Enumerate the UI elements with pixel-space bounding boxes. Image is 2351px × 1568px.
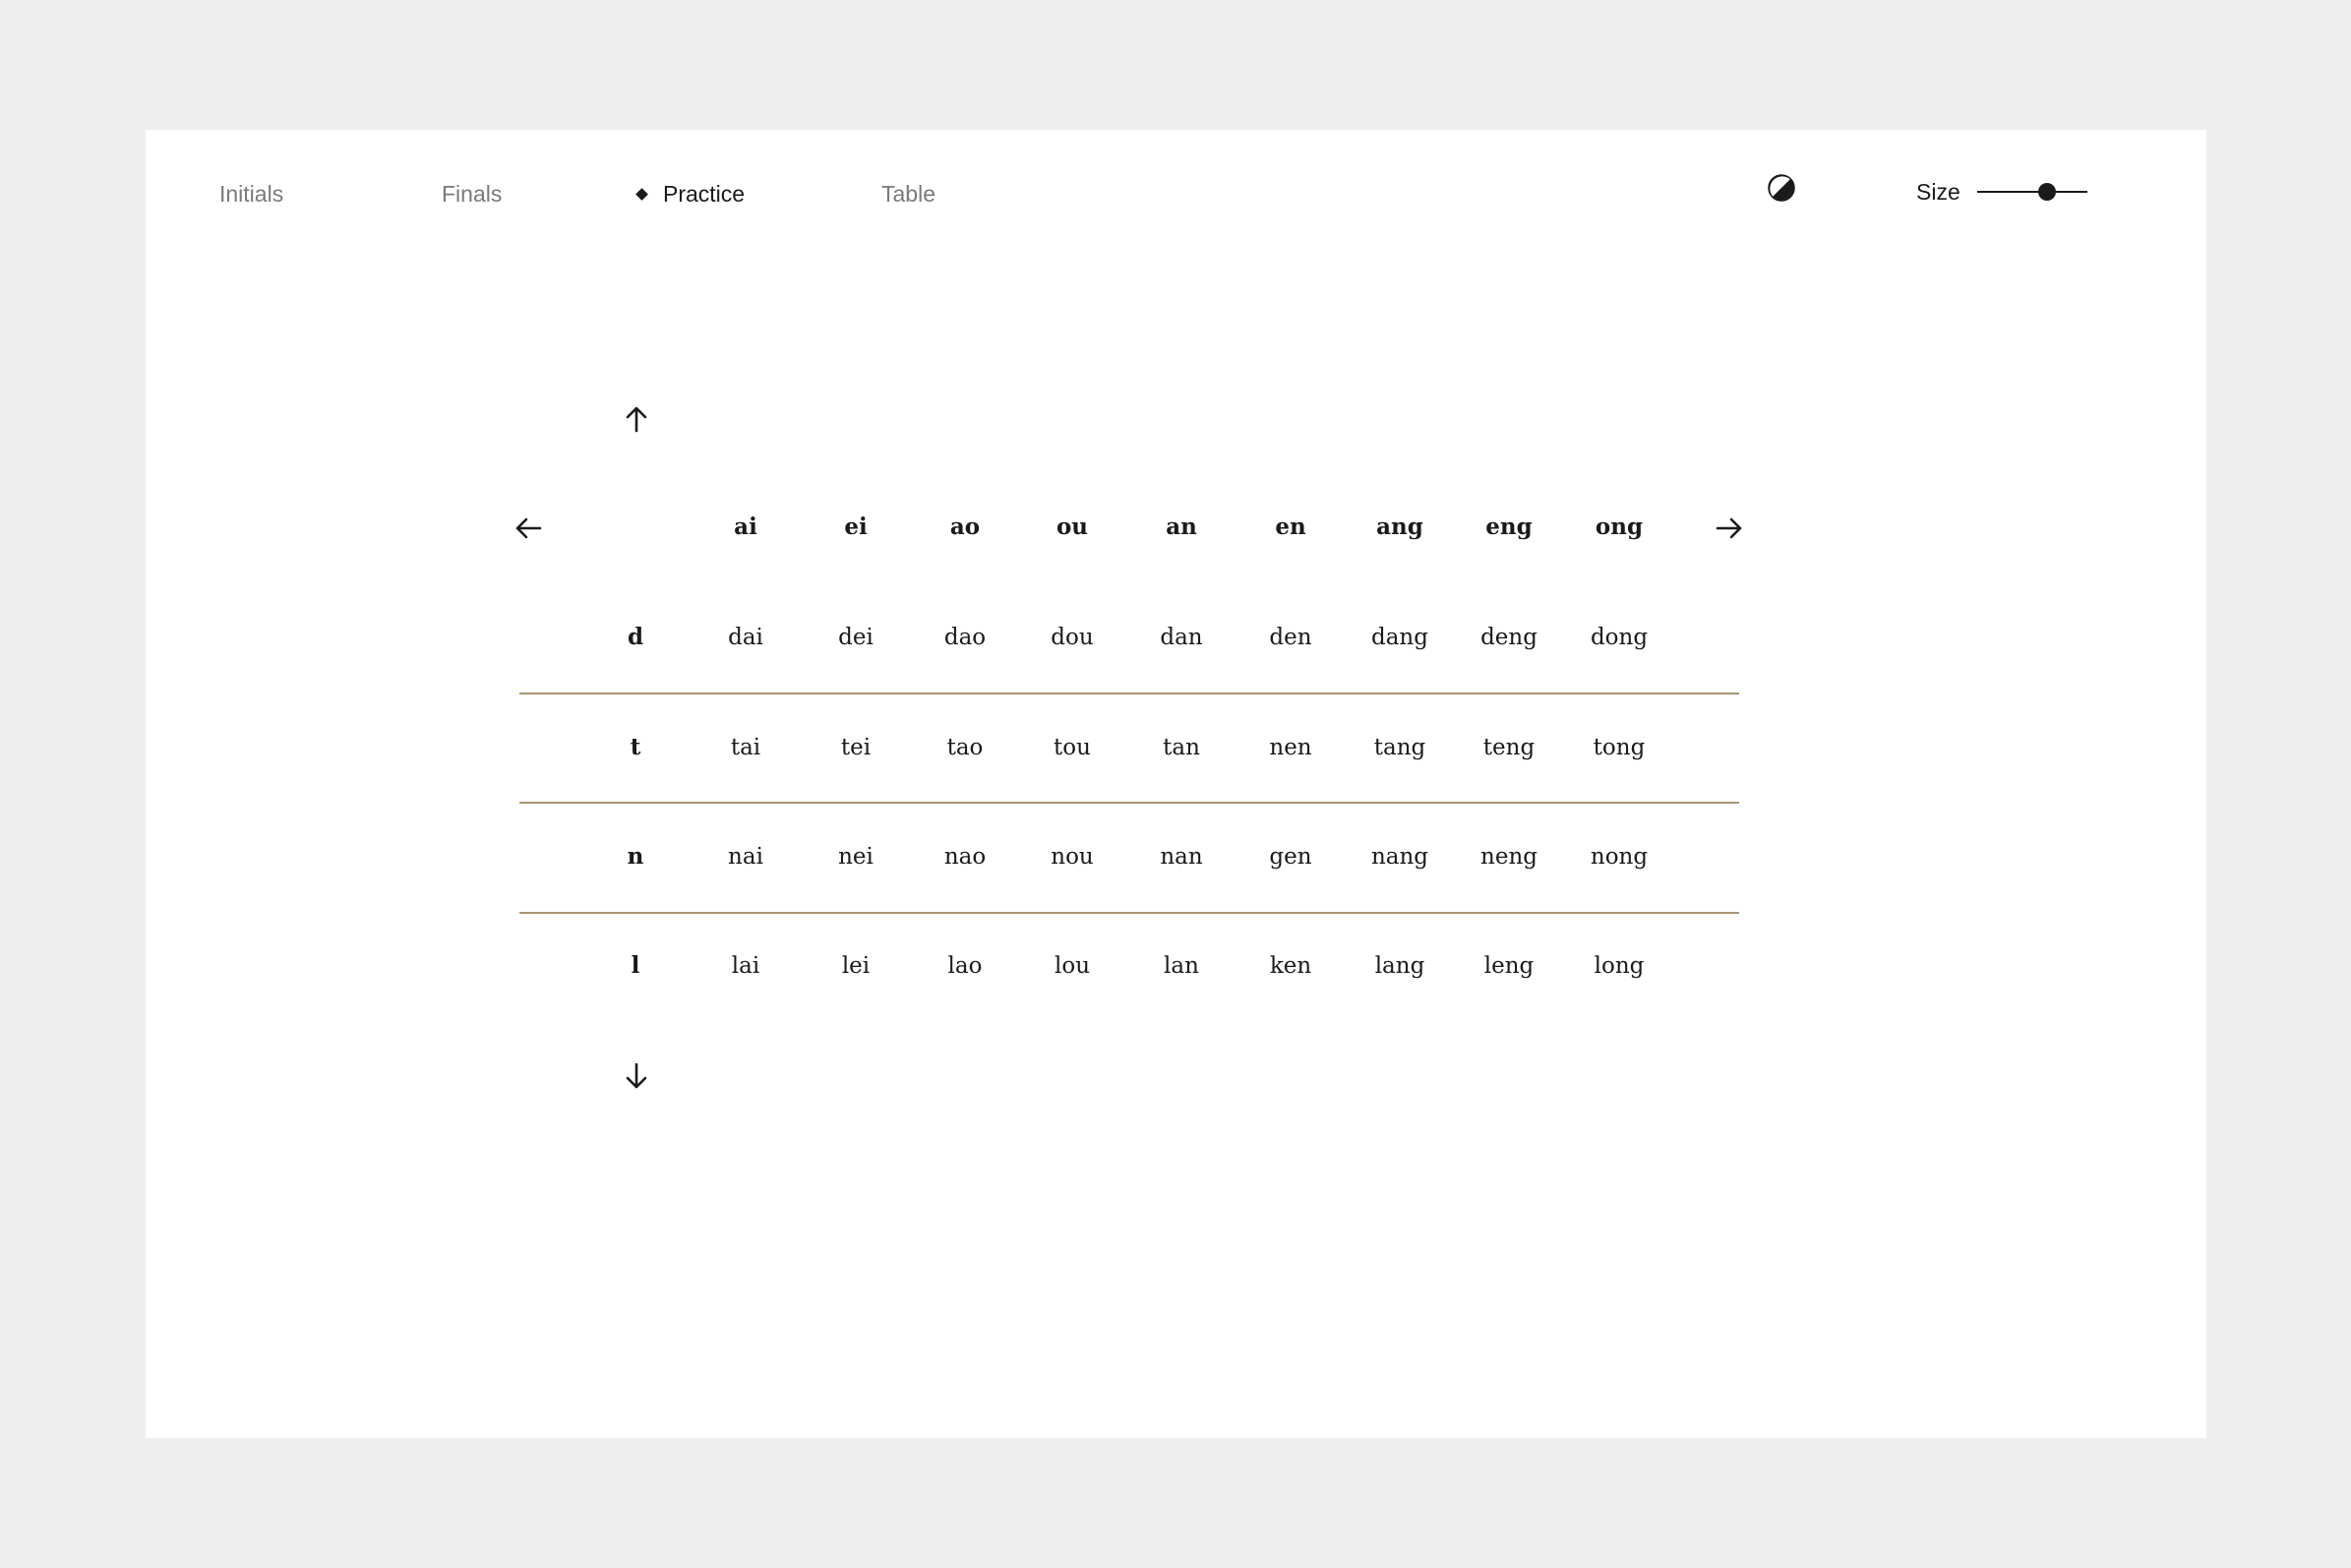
arrow-left-button[interactable] [509, 509, 548, 548]
initial-header: n [627, 843, 644, 870]
active-indicator-icon [635, 188, 648, 201]
arrow-down-icon [626, 1062, 647, 1089]
syllable-cell[interactable]: nai [692, 837, 800, 876]
nav-finals[interactable]: Finals [442, 169, 502, 218]
syllable-cell[interactable]: lao [911, 946, 1019, 986]
syllable-cell[interactable]: dei [802, 618, 910, 657]
final-header: ao [949, 513, 981, 540]
arrow-right-icon [1716, 517, 1742, 539]
syllable-cell[interactable]: deng [1455, 618, 1563, 657]
arrow-up-icon [626, 406, 647, 433]
practice-card: Initials Finals Practice Table Size ai e… [146, 130, 2206, 1438]
initial-header: d [627, 624, 644, 650]
final-header: an [1166, 513, 1197, 540]
syllable-cell[interactable]: nou [1018, 837, 1126, 876]
syllable-cell[interactable]: lang [1346, 946, 1454, 986]
syllable-cell[interactable]: neng [1455, 837, 1563, 876]
row-divider [519, 802, 1739, 804]
arrow-up-button[interactable] [617, 399, 656, 439]
syllable-cell[interactable]: nan [1127, 837, 1236, 876]
arrow-left-icon [515, 517, 542, 539]
syllable-cell[interactable]: tao [911, 728, 1019, 767]
nav-table[interactable]: Table [881, 169, 935, 218]
syllable-cell[interactable]: tan [1127, 728, 1236, 767]
syllable-cell[interactable]: tei [802, 728, 910, 767]
contrast-icon [1768, 174, 1795, 202]
arrow-right-button[interactable] [1710, 509, 1749, 548]
nav-practice-label: Practice [663, 181, 746, 207]
final-header: ei [844, 513, 868, 540]
syllable-cell[interactable]: leng [1455, 946, 1563, 986]
syllable-cell[interactable]: teng [1455, 728, 1563, 767]
final-header: eng [1485, 513, 1533, 540]
final-header: ang [1376, 513, 1423, 540]
initial-header: l [631, 952, 640, 979]
arrow-down-button[interactable] [617, 1056, 656, 1096]
final-header: ong [1595, 513, 1644, 540]
syllable-cell[interactable]: nang [1346, 837, 1454, 876]
syllable-cell[interactable]: nen [1236, 728, 1345, 767]
syllable-cell[interactable]: gen [1236, 837, 1345, 876]
syllable-cell[interactable]: den [1236, 618, 1345, 657]
syllable-cell[interactable]: lei [802, 946, 910, 986]
syllable-cell[interactable]: tou [1018, 728, 1126, 767]
syllable-cell[interactable]: nao [911, 837, 1019, 876]
syllable-cell[interactable]: dang [1346, 618, 1454, 657]
size-slider-knob[interactable] [2037, 183, 2056, 201]
syllable-cell[interactable]: dao [911, 618, 1019, 657]
syllable-cell[interactable]: tong [1565, 728, 1673, 767]
contrast-toggle-button[interactable] [1767, 173, 1796, 203]
row-divider [519, 693, 1739, 694]
syllable-cell[interactable]: long [1565, 946, 1673, 986]
syllable-cell[interactable]: dou [1018, 618, 1126, 657]
nav-initials[interactable]: Initials [219, 169, 283, 218]
syllable-cell[interactable]: tai [692, 728, 800, 767]
size-label: Size [1916, 179, 1960, 205]
syllable-cell[interactable]: dai [692, 618, 800, 657]
syllable-cell[interactable]: lai [692, 946, 800, 986]
syllable-cell[interactable]: dong [1565, 618, 1673, 657]
nav-practice[interactable]: Practice [635, 169, 746, 218]
syllable-cell[interactable]: tang [1346, 728, 1454, 767]
row-divider [519, 912, 1739, 914]
size-slider[interactable] [1977, 172, 2087, 211]
syllable-cell[interactable]: lou [1018, 946, 1126, 986]
syllable-cell[interactable]: nei [802, 837, 910, 876]
syllable-cell[interactable]: dan [1127, 618, 1236, 657]
initial-header: t [630, 734, 641, 760]
syllable-cell[interactable]: lan [1127, 946, 1236, 986]
syllable-cell[interactable]: ken [1236, 946, 1345, 986]
final-header: en [1275, 513, 1306, 540]
syllable-cell[interactable]: nong [1565, 837, 1673, 876]
final-header: ai [734, 513, 757, 540]
final-header: ou [1055, 513, 1089, 540]
size-slider-track [1977, 191, 2087, 193]
